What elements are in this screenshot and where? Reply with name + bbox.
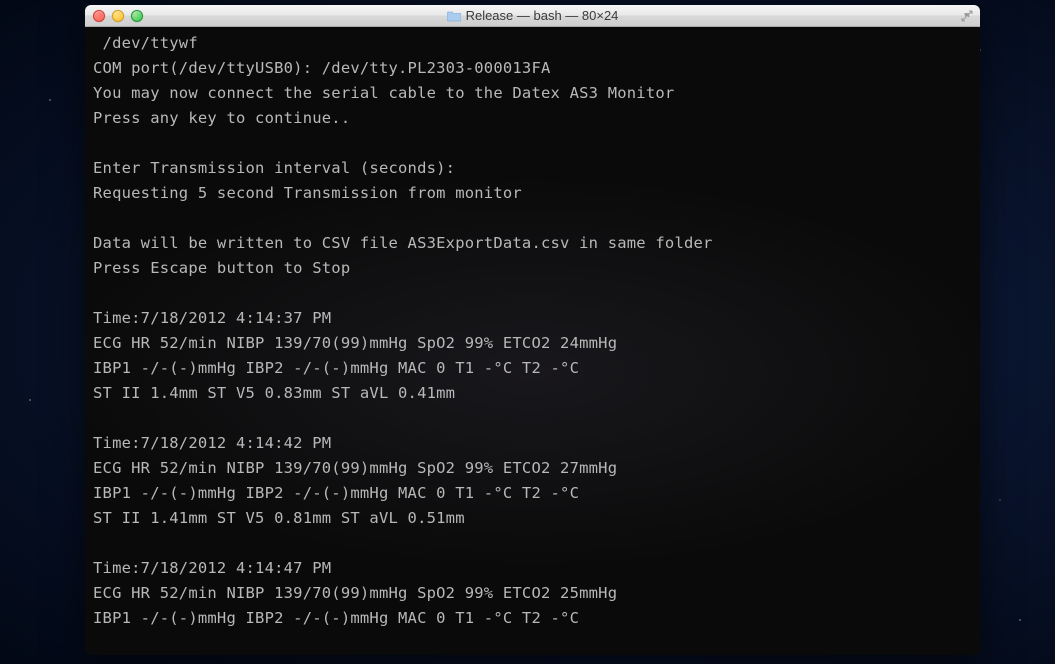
expand-icon: [961, 10, 973, 22]
fullscreen-button[interactable]: [960, 9, 974, 23]
close-button[interactable]: [93, 10, 105, 22]
window-title-group: Release — bash — 80×24: [447, 8, 619, 23]
traffic-lights: [93, 10, 143, 22]
terminal-window: Release — bash — 80×24 /dev/ttywf COM po…: [85, 5, 980, 655]
window-titlebar[interactable]: Release — bash — 80×24: [85, 5, 980, 27]
zoom-button[interactable]: [131, 10, 143, 22]
terminal-output[interactable]: /dev/ttywf COM port(/dev/ttyUSB0): /dev/…: [85, 27, 980, 655]
window-title: Release — bash — 80×24: [466, 8, 619, 23]
minimize-button[interactable]: [112, 10, 124, 22]
folder-icon: [447, 10, 461, 22]
